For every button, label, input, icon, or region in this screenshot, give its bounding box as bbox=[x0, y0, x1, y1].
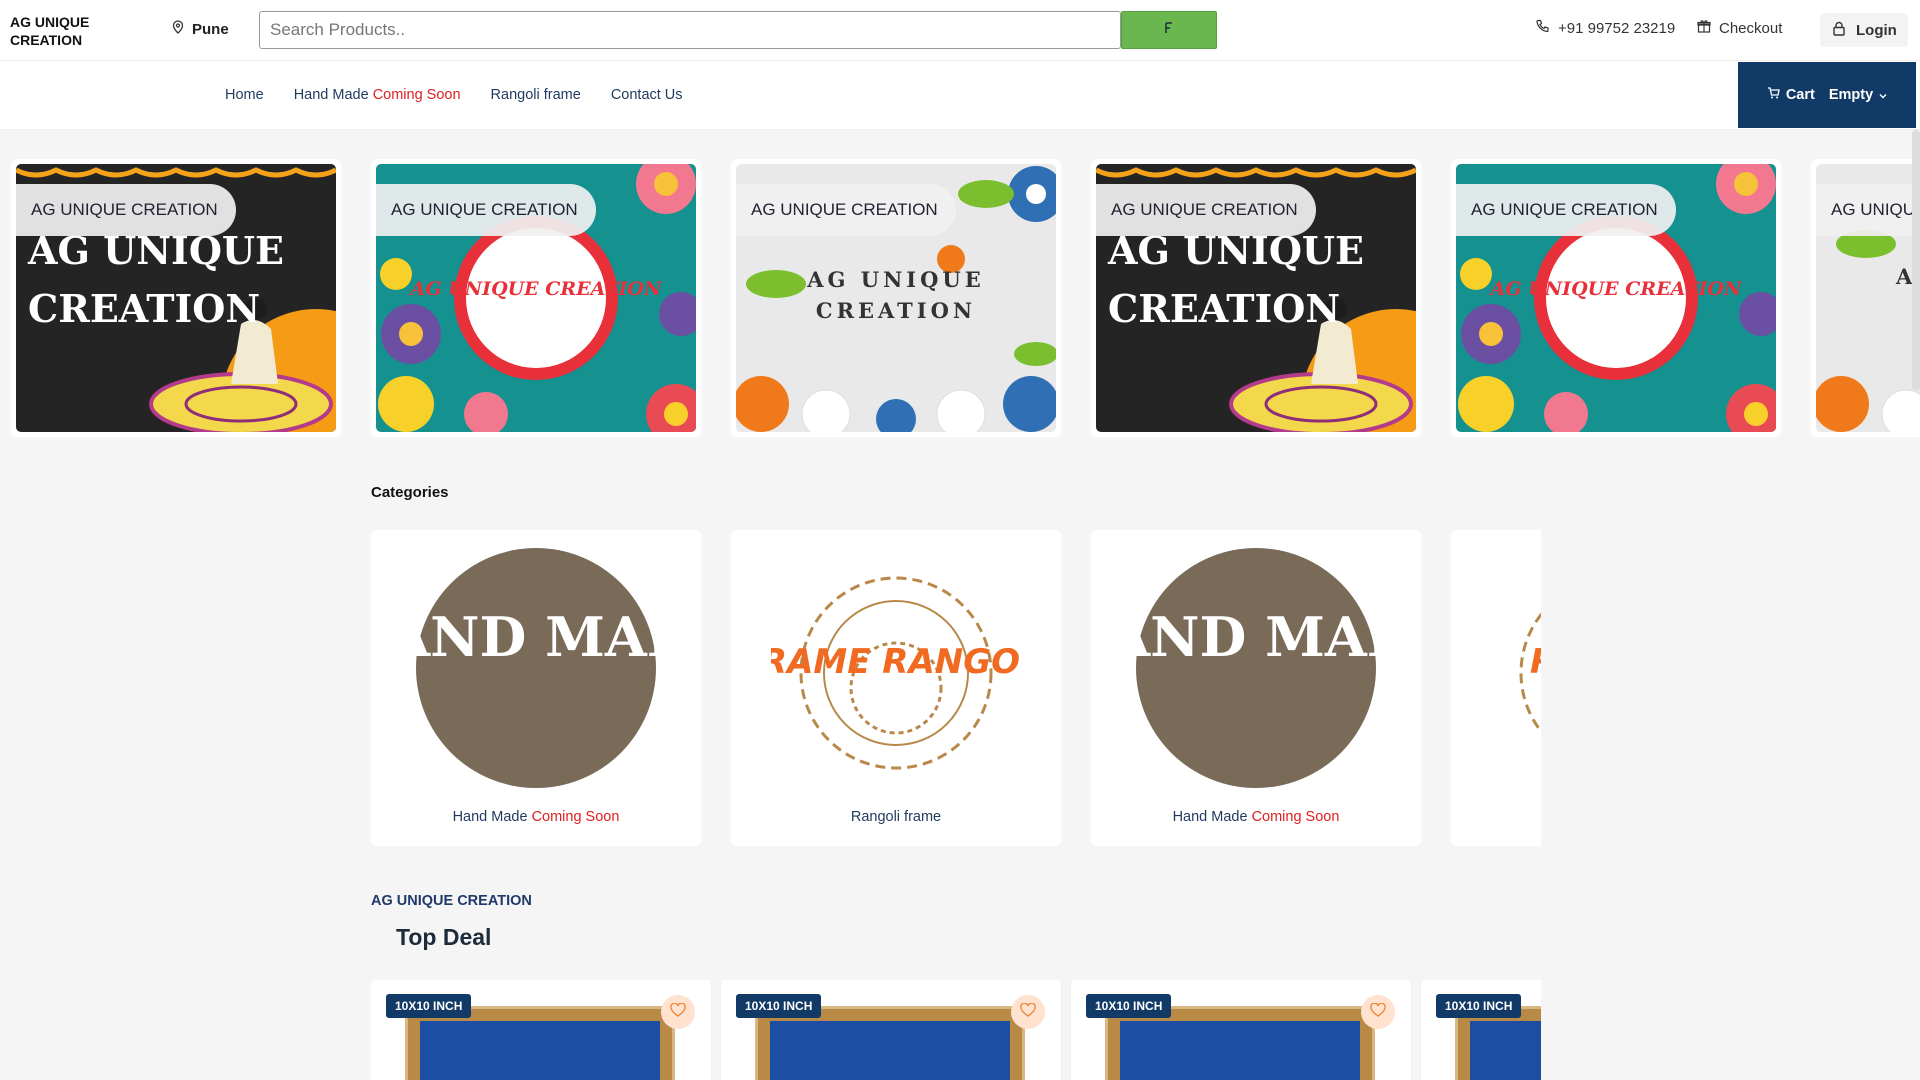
checkout-link[interactable]: Checkout bbox=[1697, 19, 1782, 37]
lock-icon bbox=[1832, 21, 1846, 40]
search-input[interactable] bbox=[259, 11, 1121, 49]
gift-icon bbox=[1697, 19, 1711, 37]
nav-contact-us[interactable]: Contact Us bbox=[611, 87, 683, 103]
size-badge: 10X10 INCH bbox=[1086, 994, 1172, 1018]
category-logo-text: FRAME RANGOLI bbox=[771, 642, 1021, 682]
phone-icon bbox=[1535, 19, 1550, 38]
product-card[interactable]: 10X10 INCH bbox=[721, 980, 1061, 1080]
product-card[interactable]: 10X10 INCH bbox=[1421, 980, 1541, 1080]
handmade-logo: HAND MADE bbox=[411, 548, 661, 788]
category-card[interactable]: RANGOLI bbox=[1451, 530, 1541, 846]
size-badge: 10X10 INCH bbox=[386, 994, 472, 1018]
banner-label: AG UNIQUE CREATION bbox=[1456, 184, 1676, 236]
banner-image: AG UNIQUE CREATION AG UNIQUE CREATION bbox=[16, 164, 336, 432]
banner-label: AG UNIQUE CREATION bbox=[736, 184, 956, 236]
rangoli-frame-logo: FRAME RANGOLI bbox=[771, 576, 1021, 770]
banner-slide[interactable]: AG UNIQUE CREATION AG UNIQUE CREATION bbox=[11, 159, 341, 437]
chevron-down-icon bbox=[1879, 87, 1887, 103]
category-logo-text: HAND MADE bbox=[1131, 605, 1381, 669]
phone-contact[interactable]: +91 99752 23219 bbox=[1535, 19, 1675, 38]
wishlist-button[interactable] bbox=[1361, 995, 1395, 1029]
rangoli-frame-logo: RANGOLI bbox=[1519, 612, 1541, 734]
banner-image: AG UNIQUE CREATION AG UNIQUE CREATION bbox=[1096, 164, 1416, 432]
product-card[interactable]: 10X10 INCH bbox=[1071, 980, 1411, 1080]
wishlist-button[interactable] bbox=[1011, 995, 1045, 1029]
size-badge: 10X10 INCH bbox=[1436, 994, 1522, 1018]
heart-icon bbox=[670, 1002, 686, 1022]
banner-art-text: AG UNIQUE CREATION bbox=[807, 267, 985, 323]
nav-rangoli-frame[interactable]: Rangoli frame bbox=[491, 87, 581, 103]
checkout-label: Checkout bbox=[1719, 19, 1783, 37]
page-scrollbar[interactable] bbox=[1912, 130, 1920, 390]
nav-handmade[interactable]: Hand Made Coming Soon bbox=[294, 87, 461, 103]
banner-image: A AG UNIQUE bbox=[1816, 164, 1920, 432]
product-card[interactable]: 10X10 INCH bbox=[371, 980, 711, 1080]
login-button[interactable]: Login bbox=[1820, 13, 1908, 47]
top-header: AG UNIQUE CREATION Pune +91 99752 23219 … bbox=[0, 0, 1920, 61]
heart-icon bbox=[1020, 1002, 1036, 1022]
banner-slide[interactable]: A AG UNIQUE bbox=[1811, 159, 1920, 437]
banner-art-text: AG UNIQUE CREATION bbox=[410, 278, 662, 300]
banner-label: AG UNIQUE bbox=[1816, 184, 1920, 236]
banner-slide[interactable]: AG UNIQUE CREATION AG UNIQUE CREATION bbox=[371, 159, 701, 437]
brand-logo[interactable]: AG UNIQUE CREATION bbox=[10, 13, 130, 49]
category-card[interactable]: HAND MADE Hand Made Coming Soon bbox=[1091, 530, 1421, 846]
cart-label: Cart bbox=[1785, 87, 1815, 103]
nav-handmade-label: Hand Made bbox=[293, 87, 373, 103]
phone-number: +91 99752 23219 bbox=[1558, 20, 1676, 37]
categories-carousel[interactable]: HAND MADE Hand Made Coming Soon FRAME RA… bbox=[371, 530, 1541, 846]
top-deal-heading: Top Deal bbox=[396, 924, 492, 950]
category-logo-text: RANGOLI bbox=[1530, 642, 1541, 682]
nav-links: Home Hand Made Coming Soon Rangoli frame… bbox=[225, 87, 683, 103]
login-label: Login bbox=[1856, 21, 1897, 39]
cart-status: Empty bbox=[1828, 87, 1874, 103]
banner-slide[interactable]: AG UNIQUE CREATION AG UNIQUE CREATION bbox=[1451, 159, 1781, 437]
category-name: Hand Made Coming Soon bbox=[1172, 809, 1340, 825]
heart-icon bbox=[1370, 1002, 1386, 1022]
banner-art-text: AG UNIQUE CREATION bbox=[1490, 278, 1742, 300]
banner-carousel[interactable]: AG UNIQUE CREATION AG UNIQUE CREATION AG… bbox=[11, 159, 1920, 439]
banner-label: AG UNIQUE CREATION bbox=[16, 184, 236, 236]
banner-slide[interactable]: AG UNIQUE CREATION AG UNIQUE CREATION bbox=[1091, 159, 1421, 437]
location-label: Pune bbox=[192, 20, 229, 38]
search-icon bbox=[1164, 21, 1174, 39]
location-pin-icon bbox=[172, 20, 184, 38]
main-navigation: Home Hand Made Coming Soon Rangoli frame… bbox=[0, 61, 1920, 130]
location-selector[interactable]: Pune bbox=[172, 20, 229, 38]
banner-art-text: AG UNIQUE CREATION bbox=[28, 228, 285, 331]
size-badge: 10X10 INCH bbox=[736, 994, 822, 1018]
category-card[interactable]: FRAME RANGOLI Rangoli frame bbox=[731, 530, 1061, 846]
wishlist-button[interactable] bbox=[661, 995, 695, 1029]
top-deal-carousel[interactable]: 10X10 INCH 10X10 INCH 10X10 INCH 10X10 I… bbox=[371, 980, 1541, 1080]
banner-label: AG UNIQUE CREATION bbox=[376, 184, 596, 236]
coming-soon-badge: Coming Soon bbox=[372, 87, 461, 103]
banner-image: AG UNIQUE CREATION AG UNIQUE CREATION bbox=[1456, 164, 1776, 432]
cart-dropdown[interactable]: Cart Empty bbox=[1738, 62, 1916, 128]
banner-slide[interactable]: AG UNIQUE CREATION AG UNIQUE CREATION bbox=[731, 159, 1061, 437]
cart-icon bbox=[1767, 87, 1780, 103]
categories-heading: Categories bbox=[371, 484, 449, 501]
search-button[interactable] bbox=[1121, 11, 1217, 49]
category-logo-text: HAND MADE bbox=[411, 605, 661, 669]
category-name: Rangoli frame bbox=[850, 809, 942, 825]
banner-art-text: AG UNIQUE CREATION bbox=[1108, 228, 1365, 331]
banner-image: AG UNIQUE CREATION AG UNIQUE CREATION bbox=[376, 164, 696, 432]
category-card[interactable]: HAND MADE Hand Made Coming Soon bbox=[371, 530, 701, 846]
category-name: Hand Made Coming Soon bbox=[452, 809, 620, 825]
handmade-logo: HAND MADE bbox=[1131, 548, 1381, 788]
nav-home[interactable]: Home bbox=[225, 87, 264, 103]
banner-image: AG UNIQUE CREATION AG UNIQUE CREATION bbox=[736, 164, 1056, 432]
banner-label: AG UNIQUE CREATION bbox=[1096, 184, 1316, 236]
deals-brand-label: AG UNIQUE CREATION bbox=[371, 893, 532, 909]
